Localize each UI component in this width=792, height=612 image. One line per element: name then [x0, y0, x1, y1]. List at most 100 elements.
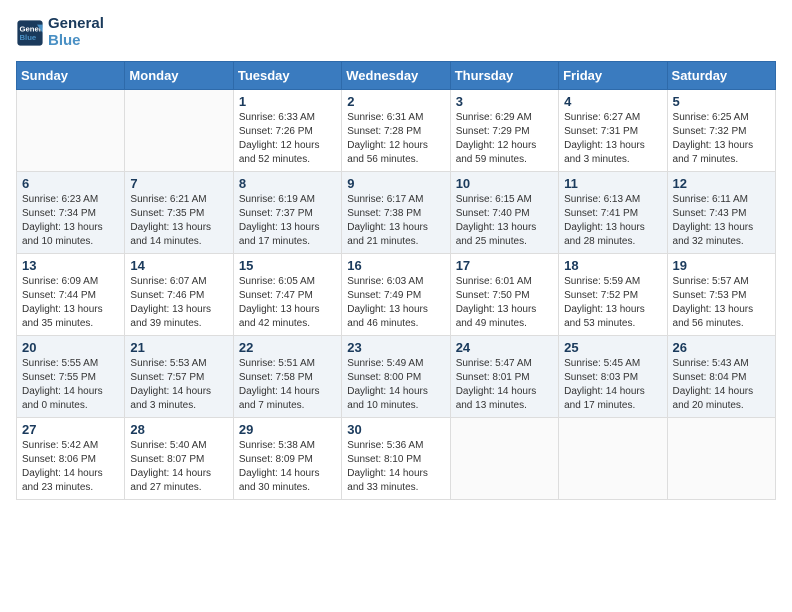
day-info: Sunrise: 6:03 AMSunset: 7:49 PMDaylight:…: [347, 275, 444, 331]
weekday-header-sunday: Sunday: [17, 62, 125, 90]
calendar-day-16: 16 Sunrise: 6:03 AMSunset: 7:49 PMDayligh…: [342, 254, 450, 336]
day-info: Sunrise: 5:47 AMSunset: 8:01 PMDaylight:…: [456, 357, 553, 413]
calendar-week-1: 1Sunrise: 6:33 AMSunset: 7:26 PMDaylight…: [17, 90, 776, 172]
day-info: Sunrise: 5:55 AMSunset: 7:55 PMDaylight:…: [22, 357, 119, 413]
weekday-header-monday: Monday: [125, 62, 233, 90]
day-info: Sunrise: 5:38 AMSunset: 8:09 PMDaylight:…: [239, 439, 336, 495]
calendar-day-6: 6 Sunrise: 6:23 AMSunset: 7:34 PMDaylight…: [17, 172, 125, 254]
day-number: 28: [130, 422, 227, 437]
day-info: Sunrise: 5:40 AMSunset: 8:07 PMDaylight:…: [130, 439, 227, 495]
day-info: Sunrise: 5:45 AMSunset: 8:03 PMDaylight:…: [564, 357, 661, 413]
weekday-header-wednesday: Wednesday: [342, 62, 450, 90]
day-info: Sunrise: 6:05 AMSunset: 7:47 PMDaylight:…: [239, 275, 336, 331]
day-number: 19: [673, 258, 770, 273]
day-info: Sunrise: 5:36 AMSunset: 8:10 PMDaylight:…: [347, 439, 444, 495]
day-number: 16: [347, 258, 444, 273]
empty-cell: [667, 418, 775, 500]
day-number: 8: [239, 176, 336, 191]
logo-icon: General Blue: [16, 19, 44, 47]
day-info: Sunrise: 5:51 AMSunset: 7:58 PMDaylight:…: [239, 357, 336, 413]
day-number: 27: [22, 422, 119, 437]
day-info: Sunrise: 6:23 AMSunset: 7:34 PMDaylight:…: [22, 193, 119, 249]
day-info: Sunrise: 6:07 AMSunset: 7:46 PMDaylight:…: [130, 275, 227, 331]
day-number: 5: [673, 94, 770, 109]
day-info: Sunrise: 6:01 AMSunset: 7:50 PMDaylight:…: [456, 275, 553, 331]
day-number: 20: [22, 340, 119, 355]
calendar-day-26: 26Sunrise: 5:43 AMSunset: 8:04 PMDayligh…: [667, 336, 775, 418]
calendar-day-10: 10 Sunrise: 6:15 AMSunset: 7:40 PMDayligh…: [450, 172, 558, 254]
day-info: Sunrise: 5:42 AMSunset: 8:06 PMDaylight:…: [22, 439, 119, 495]
calendar-day-17: 17 Sunrise: 6:01 AMSunset: 7:50 PMDayligh…: [450, 254, 558, 336]
weekday-header-tuesday: Tuesday: [233, 62, 341, 90]
day-number: 7: [130, 176, 227, 191]
day-number: 21: [130, 340, 227, 355]
day-info: Sunrise: 5:53 AMSunset: 7:57 PMDaylight:…: [130, 357, 227, 413]
day-info: Sunrise: 6:15 AMSunset: 7:40 PMDaylight:…: [456, 193, 553, 249]
calendar-week-4: 20 Sunrise: 5:55 AMSunset: 7:55 PMDayligh…: [17, 336, 776, 418]
calendar-day-22: 22Sunrise: 5:51 AMSunset: 7:58 PMDayligh…: [233, 336, 341, 418]
calendar-day-13: 13Sunrise: 6:09 AMSunset: 7:44 PMDayligh…: [17, 254, 125, 336]
day-number: 4: [564, 94, 661, 109]
calendar-day-11: 11Sunrise: 6:13 AMSunset: 7:41 PMDayligh…: [559, 172, 667, 254]
calendar-day-15: 15 Sunrise: 6:05 AMSunset: 7:47 PMDayligh…: [233, 254, 341, 336]
day-info: Sunrise: 6:33 AMSunset: 7:26 PMDaylight:…: [239, 111, 336, 167]
day-number: 17: [456, 258, 553, 273]
calendar-day-9: 9 Sunrise: 6:17 AMSunset: 7:38 PMDaylight…: [342, 172, 450, 254]
day-number: 6: [22, 176, 119, 191]
day-number: 15: [239, 258, 336, 273]
day-info: Sunrise: 6:27 AMSunset: 7:31 PMDaylight:…: [564, 111, 661, 167]
calendar-day-29: 29 Sunrise: 5:38 AMSunset: 8:09 PMDayligh…: [233, 418, 341, 500]
calendar-day-23: 23 Sunrise: 5:49 AMSunset: 8:00 PMDayligh…: [342, 336, 450, 418]
calendar-day-24: 24Sunrise: 5:47 AMSunset: 8:01 PMDayligh…: [450, 336, 558, 418]
day-info: Sunrise: 6:29 AMSunset: 7:29 PMDaylight:…: [456, 111, 553, 167]
calendar-week-5: 27 Sunrise: 5:42 AMSunset: 8:06 PMDayligh…: [17, 418, 776, 500]
day-number: 29: [239, 422, 336, 437]
logo: General Blue General Blue: [16, 16, 104, 49]
calendar-day-27: 27 Sunrise: 5:42 AMSunset: 8:06 PMDayligh…: [17, 418, 125, 500]
day-info: Sunrise: 6:19 AMSunset: 7:37 PMDaylight:…: [239, 193, 336, 249]
day-number: 13: [22, 258, 119, 273]
day-number: 12: [673, 176, 770, 191]
calendar-day-20: 20 Sunrise: 5:55 AMSunset: 7:55 PMDayligh…: [17, 336, 125, 418]
calendar-week-3: 13Sunrise: 6:09 AMSunset: 7:44 PMDayligh…: [17, 254, 776, 336]
day-info: Sunrise: 5:59 AMSunset: 7:52 PMDaylight:…: [564, 275, 661, 331]
calendar-day-3: 3 Sunrise: 6:29 AMSunset: 7:29 PMDaylight…: [450, 90, 558, 172]
day-number: 23: [347, 340, 444, 355]
calendar-day-21: 21 Sunrise: 5:53 AMSunset: 7:57 PMDayligh…: [125, 336, 233, 418]
logo-blue: Blue: [48, 33, 104, 50]
empty-cell: [559, 418, 667, 500]
logo-general: General: [48, 16, 104, 33]
calendar-day-30: 30 Sunrise: 5:36 AMSunset: 8:10 PMDayligh…: [342, 418, 450, 500]
calendar-day-12: 12Sunrise: 6:11 AMSunset: 7:43 PMDayligh…: [667, 172, 775, 254]
weekday-header-friday: Friday: [559, 62, 667, 90]
day-info: Sunrise: 6:13 AMSunset: 7:41 PMDaylight:…: [564, 193, 661, 249]
calendar-day-1: 1Sunrise: 6:33 AMSunset: 7:26 PMDaylight…: [233, 90, 341, 172]
weekday-header-saturday: Saturday: [667, 62, 775, 90]
calendar-day-25: 25Sunrise: 5:45 AMSunset: 8:03 PMDayligh…: [559, 336, 667, 418]
empty-cell: [125, 90, 233, 172]
day-number: 10: [456, 176, 553, 191]
calendar-day-8: 8 Sunrise: 6:19 AMSunset: 7:37 PMDaylight…: [233, 172, 341, 254]
day-info: Sunrise: 5:57 AMSunset: 7:53 PMDaylight:…: [673, 275, 770, 331]
calendar-day-5: 5Sunrise: 6:25 AMSunset: 7:32 PMDaylight…: [667, 90, 775, 172]
day-number: 9: [347, 176, 444, 191]
calendar-day-14: 14Sunrise: 6:07 AMSunset: 7:46 PMDayligh…: [125, 254, 233, 336]
day-number: 3: [456, 94, 553, 109]
calendar-day-18: 18Sunrise: 5:59 AMSunset: 7:52 PMDayligh…: [559, 254, 667, 336]
svg-text:Blue: Blue: [20, 33, 37, 42]
day-info: Sunrise: 5:49 AMSunset: 8:00 PMDaylight:…: [347, 357, 444, 413]
calendar-day-19: 19 Sunrise: 5:57 AMSunset: 7:53 PMDayligh…: [667, 254, 775, 336]
day-info: Sunrise: 6:17 AMSunset: 7:38 PMDaylight:…: [347, 193, 444, 249]
page-header: General Blue General Blue: [16, 16, 776, 49]
day-number: 30: [347, 422, 444, 437]
calendar-day-2: 2Sunrise: 6:31 AMSunset: 7:28 PMDaylight…: [342, 90, 450, 172]
empty-cell: [450, 418, 558, 500]
day-info: Sunrise: 6:21 AMSunset: 7:35 PMDaylight:…: [130, 193, 227, 249]
calendar-day-4: 4 Sunrise: 6:27 AMSunset: 7:31 PMDaylight…: [559, 90, 667, 172]
calendar-table: SundayMondayTuesdayWednesdayThursdayFrid…: [16, 61, 776, 500]
weekday-header-thursday: Thursday: [450, 62, 558, 90]
calendar-day-28: 28 Sunrise: 5:40 AMSunset: 8:07 PMDayligh…: [125, 418, 233, 500]
day-info: Sunrise: 5:43 AMSunset: 8:04 PMDaylight:…: [673, 357, 770, 413]
calendar-week-2: 6 Sunrise: 6:23 AMSunset: 7:34 PMDaylight…: [17, 172, 776, 254]
weekday-header-row: SundayMondayTuesdayWednesdayThursdayFrid…: [17, 62, 776, 90]
